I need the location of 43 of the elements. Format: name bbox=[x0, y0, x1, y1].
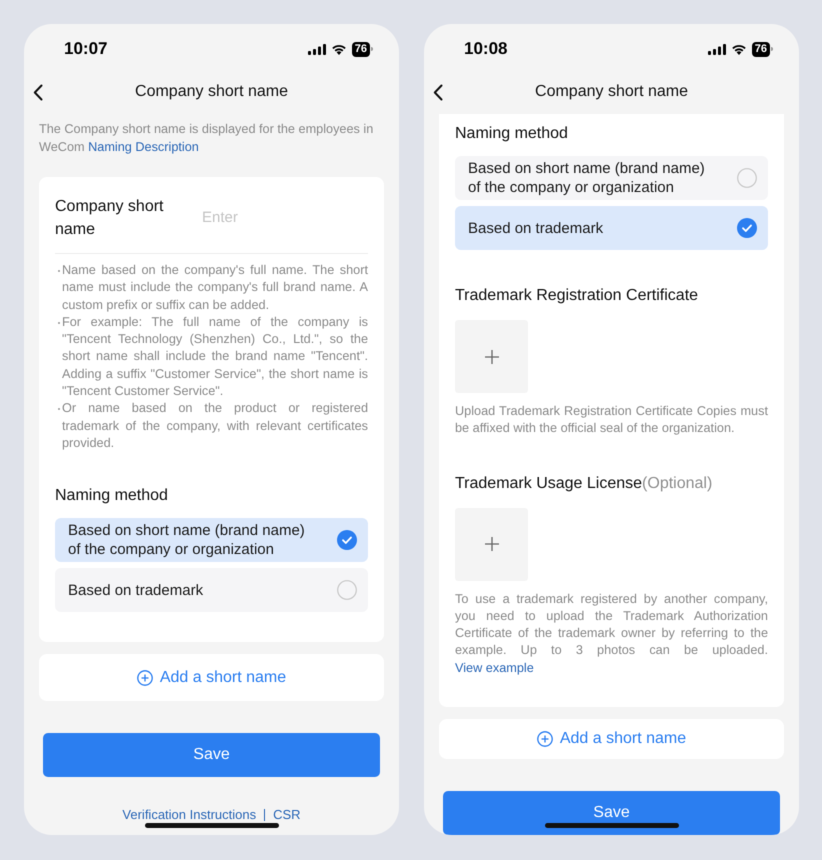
section-heading: Naming method bbox=[455, 124, 568, 144]
section-heading: Trademark Registration Certificate bbox=[455, 286, 698, 306]
signal-icon bbox=[708, 44, 726, 54]
rule-text: Name based on the company's full name. The short name must include the company's full brand name. A custom prefix or suffix can be added. bbox=[62, 262, 368, 314]
add-short-name-button[interactable]: Add a short name bbox=[439, 719, 784, 759]
back-icon[interactable] bbox=[433, 84, 443, 100]
status-time: 10:07 bbox=[64, 38, 108, 60]
battery-level: 76 bbox=[352, 42, 370, 56]
plus-circle-icon bbox=[136, 670, 153, 686]
add-short-name-button[interactable]: Add a short name bbox=[39, 654, 384, 702]
upload-tile[interactable] bbox=[455, 508, 528, 581]
section-heading: Naming method bbox=[55, 486, 168, 506]
page-title: Company short name bbox=[135, 82, 288, 102]
option-item[interactable]: Based on short name (brand name) of the company or organization bbox=[455, 156, 768, 200]
wifi-icon bbox=[330, 43, 347, 55]
option-item[interactable]: Based on short name (brand name) of the company or organization bbox=[55, 518, 368, 562]
upload-hint: To use a trademark registered by another company, you need to upload the Trademark Authorization Certificate of the trademark owner by referring to the example. Up to 3 photos can be uploaded. View example bbox=[455, 590, 768, 677]
rule-text: For example: The full name of the company is "Tencent Technology (Shenzhen) Co., Ltd.", so the short name shall include the brand name "Tencent". Adding a suffix "Customer Service", the short name is "Tencent Customer Service". bbox=[62, 314, 368, 400]
plus-icon bbox=[484, 350, 498, 364]
footer-link[interactable]: Verification Instructions bbox=[122, 805, 256, 825]
plus-circle-icon bbox=[536, 731, 553, 748]
view-example-link[interactable]: View example bbox=[455, 660, 534, 675]
upload-tile[interactable] bbox=[455, 320, 528, 393]
battery-level: 76 bbox=[752, 42, 770, 56]
optional-note: (Optional) bbox=[642, 474, 712, 494]
option-item[interactable]: Based on trademark bbox=[55, 568, 368, 612]
field-label: Company short name bbox=[55, 197, 164, 240]
signal-icon bbox=[308, 44, 326, 54]
option-item[interactable]: Based on trademark bbox=[455, 206, 768, 250]
naming-description-link[interactable]: Naming Description bbox=[88, 140, 199, 154]
page-title: Company short name bbox=[535, 82, 688, 102]
section-heading: Trademark Usage License bbox=[455, 474, 642, 494]
save-button[interactable]: Save bbox=[443, 791, 780, 835]
back-icon[interactable] bbox=[33, 84, 43, 100]
plus-icon bbox=[484, 537, 498, 552]
wifi-icon bbox=[730, 43, 747, 55]
input-field[interactable]: Enter bbox=[202, 206, 368, 230]
footer-link[interactable]: CSR bbox=[273, 805, 301, 825]
intro-text: The Company short name is displayed for the employees in WeCom Naming Description bbox=[38, 121, 374, 156]
rule-text: Or name based on the product or registered trademark of the company, with relevant certificates provided. bbox=[62, 400, 368, 452]
upload-hint: Upload Trademark Registration Certificate Copies must be affixed with the official seal of the organization. bbox=[455, 403, 768, 438]
status-time: 10:08 bbox=[464, 38, 508, 60]
save-button[interactable]: Save bbox=[43, 733, 380, 778]
